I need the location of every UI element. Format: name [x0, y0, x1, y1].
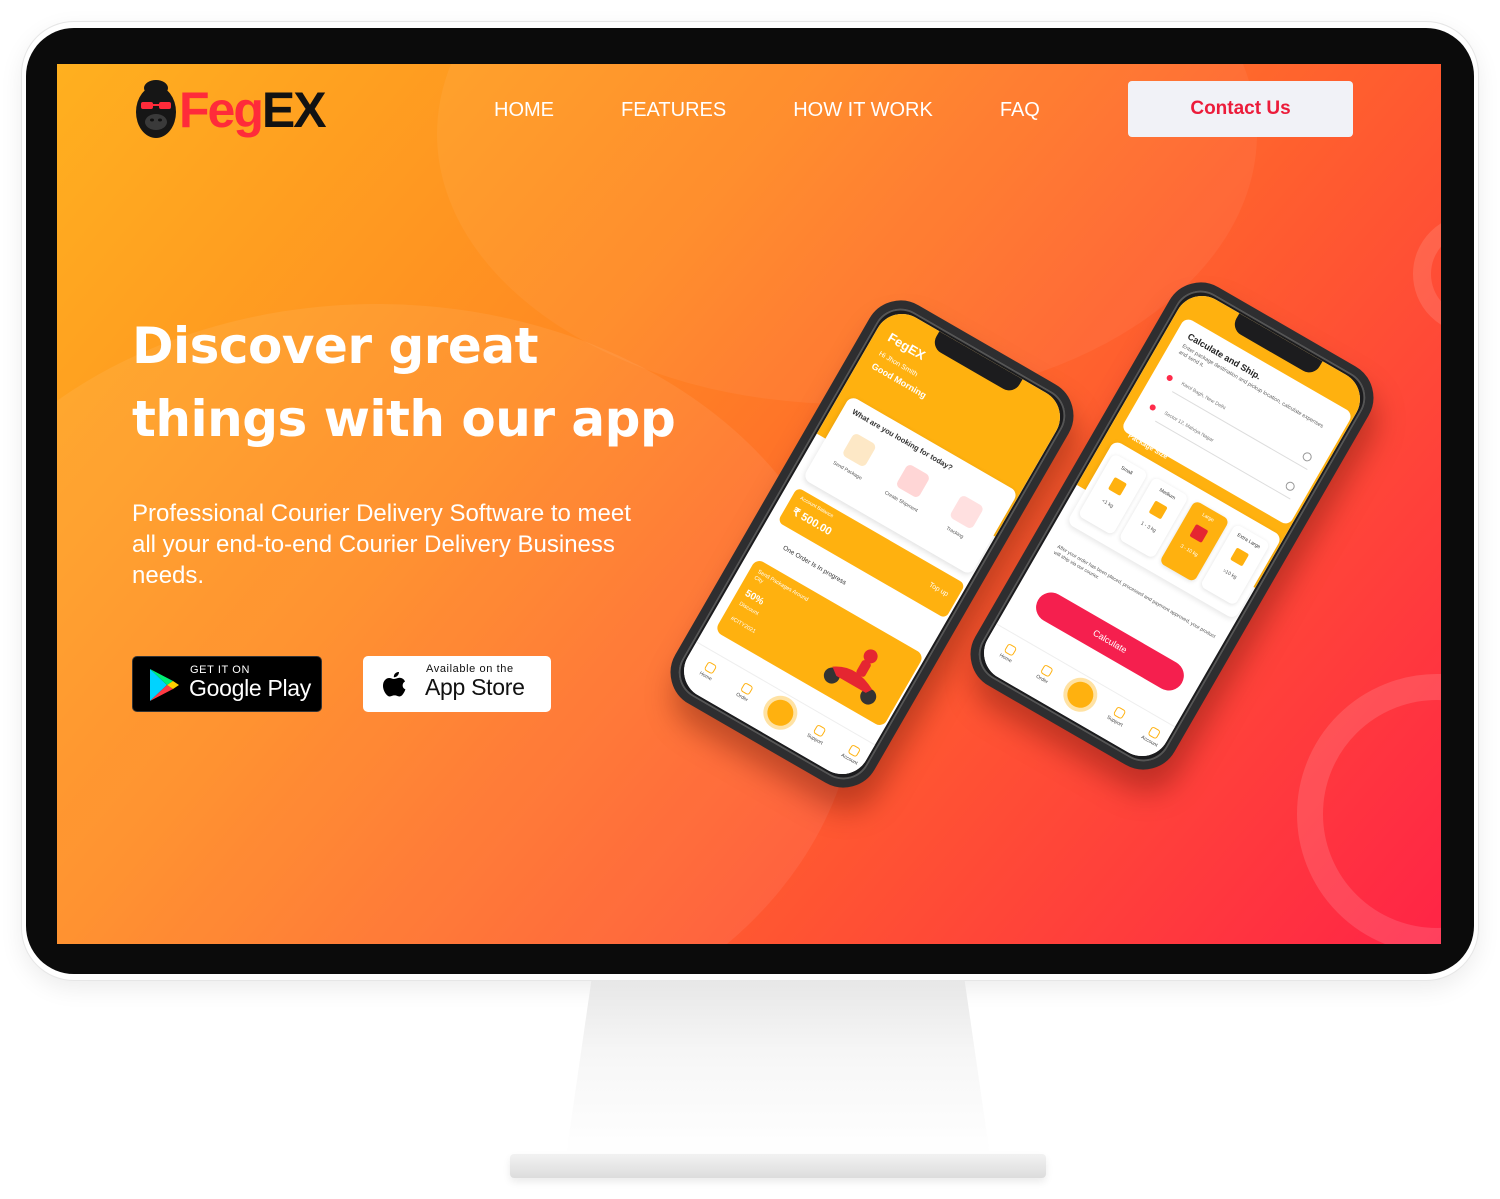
- logo-wordmark-part2: EX: [261, 82, 327, 138]
- monitor-stand-base: [510, 1154, 1046, 1178]
- google-play-icon: [150, 669, 179, 701]
- pickup-value: Karol Bagh, New Delhi: [1179, 381, 1227, 412]
- nav-home[interactable]: HOME: [494, 94, 554, 126]
- apple-icon: [383, 671, 406, 697]
- box-icon: [1189, 523, 1209, 543]
- hero-title: Discover great things with our app: [132, 310, 692, 456]
- logo-wordmark-part1: Feg: [179, 82, 264, 138]
- site-logo[interactable]: FegEX: [133, 74, 343, 146]
- decorative-ring: [1413, 214, 1441, 334]
- promo-code: #CITY2021: [729, 615, 757, 635]
- drop-pin-icon: [1148, 403, 1157, 412]
- hero-title-line1: Discover great: [132, 317, 538, 375]
- phone-center-action-icon[interactable]: [1062, 677, 1099, 713]
- drop-value: Sector 12, Malviya Nagar: [1162, 410, 1215, 444]
- nav-how-it-work[interactable]: HOW IT WORK: [793, 94, 933, 126]
- nav-tab-order[interactable]: Order: [1027, 663, 1056, 689]
- size-weight: 3 - 10 kg: [1178, 543, 1199, 559]
- phone-center-action-icon[interactable]: [762, 695, 799, 731]
- google-play-label: Google Play: [189, 675, 311, 701]
- package-icon: [895, 463, 931, 499]
- gorilla-mascot-icon: [136, 80, 176, 138]
- size-weight: 1 - 3 kg: [1139, 520, 1157, 535]
- app-store-button[interactable]: Available on the App Store: [363, 656, 551, 712]
- nav-tab-support[interactable]: Support: [1100, 705, 1129, 731]
- hero-description: Professional Courier Delivery Software t…: [132, 500, 631, 589]
- size-weight: <1 kg: [1100, 498, 1115, 510]
- contact-us-button[interactable]: Contact Us: [1128, 81, 1353, 137]
- truck-icon: [841, 432, 878, 468]
- location-pin-icon: [948, 494, 985, 530]
- topup-button[interactable]: Top up: [928, 582, 950, 599]
- box-icon: [1107, 476, 1128, 496]
- size-weight: >10 kg: [1221, 567, 1238, 581]
- delivery-scooter-icon: [823, 649, 878, 705]
- monitor-stand-neck: [566, 980, 990, 1156]
- box-icon: [1230, 547, 1250, 567]
- nav-tab-order[interactable]: Order: [727, 681, 756, 707]
- nav-tab-support[interactable]: Support: [800, 723, 829, 749]
- main-nav: HOME FEATURES HOW IT WORK FAQ: [494, 94, 1107, 126]
- website-screen: FegEX HOME FEATURES HOW IT WORK FAQ Cont…: [57, 64, 1441, 944]
- box-icon: [1148, 500, 1168, 520]
- nav-tab-home[interactable]: Home: [991, 642, 1020, 668]
- clear-icon[interactable]: [1284, 480, 1297, 493]
- decorative-ring: [1297, 674, 1441, 944]
- hero-title-line2: things with our app: [132, 390, 676, 448]
- nav-tab-account[interactable]: Account: [835, 743, 864, 769]
- nav-tab-account[interactable]: Account: [1135, 725, 1164, 751]
- pickup-pin-icon: [1165, 373, 1174, 383]
- logo-wordmark: FegEX: [179, 80, 327, 140]
- clear-icon[interactable]: [1301, 450, 1314, 463]
- nav-faq[interactable]: FAQ: [1000, 94, 1040, 126]
- app-store-label: App Store: [425, 674, 525, 700]
- nav-tab-home[interactable]: Home: [691, 660, 720, 686]
- google-play-button[interactable]: GET IT ON Google Play: [132, 656, 322, 712]
- nav-features[interactable]: FEATURES: [621, 94, 726, 126]
